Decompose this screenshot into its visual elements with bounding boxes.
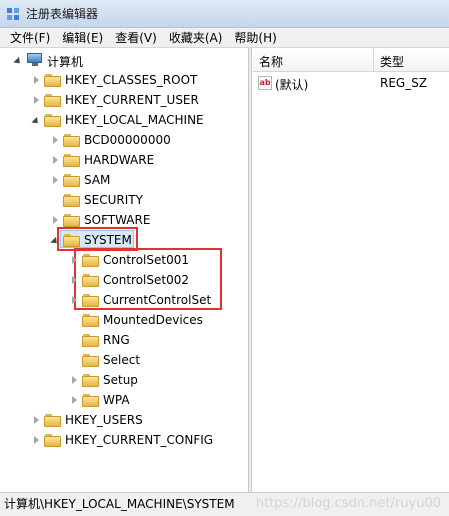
tree-label: SYSTEM — [84, 233, 132, 247]
tree-label: Setup — [103, 373, 138, 387]
folder-icon — [82, 294, 99, 307]
expand-arrow-icon[interactable] — [51, 176, 59, 184]
tree-label: HKEY_CLASSES_ROOT — [65, 73, 198, 87]
tree-label: Select — [103, 353, 141, 367]
folder-icon — [63, 174, 80, 187]
expand-arrow-icon[interactable] — [70, 376, 78, 384]
tree-item-system[interactable]: SYSTEM — [0, 230, 249, 250]
expand-arrow-icon[interactable] — [32, 436, 40, 444]
value-type: REG_SZ — [380, 76, 428, 90]
title-bar: 注册表编辑器 — [0, 0, 449, 28]
menu-edit[interactable]: 编辑(E) — [56, 29, 109, 47]
value-list[interactable]: 名称 类型 ab (默认) REG_SZ — [253, 48, 449, 492]
tree-label: HKEY_LOCAL_MACHINE — [65, 113, 204, 127]
tree-label: ControlSet002 — [103, 273, 189, 287]
tree-item-hardware[interactable]: HARDWARE — [0, 150, 249, 170]
tree-item-controlset001[interactable]: ControlSet001 — [0, 250, 249, 270]
folder-icon — [82, 374, 99, 387]
folder-icon — [63, 154, 80, 167]
status-bar: 计算机\HKEY_LOCAL_MACHINE\SYSTEM https://bl… — [0, 492, 449, 516]
registry-tree[interactable]: 计算机 HKEY_CLASSES_ROOT HKEY_CURRENT_USER … — [0, 48, 249, 492]
tree-item-select[interactable]: Select — [0, 350, 249, 370]
tree-item-bcd[interactable]: BCD00000000 — [0, 130, 249, 150]
tree-item-controlset002[interactable]: ControlSet002 — [0, 270, 249, 290]
tree-item-setup[interactable]: Setup — [0, 370, 249, 390]
tree-label: 计算机 — [47, 55, 84, 69]
tree-item-rng[interactable]: RNG — [0, 330, 249, 350]
menu-help[interactable]: 帮助(H) — [228, 29, 282, 47]
expand-arrow-icon[interactable] — [70, 256, 78, 264]
tree-label: HKEY_CURRENT_USER — [65, 93, 199, 107]
window-title: 注册表编辑器 — [26, 7, 99, 21]
tree-label: MountedDevices — [103, 313, 203, 327]
tree-item-hklm[interactable]: HKEY_LOCAL_MACHINE — [0, 110, 249, 130]
folder-icon — [82, 314, 99, 327]
tree-label: SOFTWARE — [84, 213, 151, 227]
collapse-arrow-icon[interactable] — [51, 237, 59, 245]
expand-arrow-icon[interactable] — [32, 96, 40, 104]
column-header-name[interactable]: 名称 — [259, 53, 283, 70]
collapse-arrow-icon[interactable] — [14, 57, 22, 65]
watermark: https://blog.csdn.net/ruyu00 — [255, 496, 441, 511]
folder-icon — [63, 134, 80, 147]
tree-item-hkcr[interactable]: HKEY_CLASSES_ROOT — [0, 70, 249, 90]
expand-arrow-icon[interactable] — [51, 136, 59, 144]
folder-icon — [82, 274, 99, 287]
expand-arrow-icon[interactable] — [32, 416, 40, 424]
list-header: 名称 类型 — [253, 48, 449, 72]
tree-item-hkcu[interactable]: HKEY_CURRENT_USER — [0, 90, 249, 110]
tree-label: ControlSet001 — [103, 253, 189, 267]
menu-file[interactable]: 文件(F) — [4, 29, 56, 47]
tree-label: SECURITY — [84, 193, 143, 207]
tree-label: HARDWARE — [84, 153, 155, 167]
tree-item-hku[interactable]: HKEY_USERS — [0, 410, 249, 430]
tree-label: HKEY_CURRENT_CONFIG — [65, 433, 214, 447]
tree-label: SAM — [84, 173, 111, 187]
tree-item-mounteddevices[interactable]: MountedDevices — [0, 310, 249, 330]
folder-icon — [44, 434, 61, 447]
column-divider[interactable] — [373, 48, 374, 72]
tree-label: WPA — [103, 393, 130, 407]
folder-icon — [44, 114, 61, 127]
folder-icon — [44, 74, 61, 87]
tree-item-currentcontrolset[interactable]: CurrentControlSet — [0, 290, 249, 310]
tree-label: BCD00000000 — [84, 133, 171, 147]
expand-arrow-icon[interactable] — [70, 276, 78, 284]
regedit-icon — [6, 7, 20, 21]
expand-arrow-icon[interactable] — [51, 216, 59, 224]
status-path: 计算机\HKEY_LOCAL_MACHINE\SYSTEM — [4, 497, 235, 511]
folder-icon — [82, 354, 99, 367]
folder-icon — [44, 414, 61, 427]
menu-favorites[interactable]: 收藏夹(A) — [163, 29, 229, 47]
list-item[interactable]: ab (默认) REG_SZ — [253, 74, 449, 94]
folder-icon — [63, 214, 80, 227]
pane-splitter[interactable] — [249, 48, 252, 492]
string-value-icon: ab — [258, 76, 272, 90]
tree-item-wpa[interactable]: WPA — [0, 390, 249, 410]
collapse-arrow-icon[interactable] — [32, 117, 40, 125]
menu-bar: 文件(F) 编辑(E) 查看(V) 收藏夹(A) 帮助(H) — [0, 28, 449, 48]
tree-item-computer[interactable]: 计算机 — [0, 50, 249, 70]
tree-item-hkcc[interactable]: HKEY_CURRENT_CONFIG — [0, 430, 249, 450]
tree-label: HKEY_USERS — [65, 413, 143, 427]
tree-label: RNG — [103, 333, 130, 347]
value-name: (默认) — [275, 78, 309, 92]
folder-icon — [44, 94, 61, 107]
expand-arrow-icon[interactable] — [51, 156, 59, 164]
expand-arrow-icon[interactable] — [70, 396, 78, 404]
tree-item-sam[interactable]: SAM — [0, 170, 249, 190]
computer-icon — [27, 53, 43, 67]
menu-view[interactable]: 查看(V) — [109, 29, 163, 47]
folder-icon — [63, 194, 80, 207]
folder-icon — [82, 254, 99, 267]
tree-item-security[interactable]: SECURITY — [0, 190, 249, 210]
expand-arrow-icon[interactable] — [70, 296, 78, 304]
folder-open-icon — [63, 234, 80, 247]
folder-icon — [82, 334, 99, 347]
column-header-type[interactable]: 类型 — [380, 53, 404, 70]
tree-label: CurrentControlSet — [103, 293, 212, 307]
folder-icon — [82, 394, 99, 407]
expand-arrow-icon[interactable] — [32, 76, 40, 84]
